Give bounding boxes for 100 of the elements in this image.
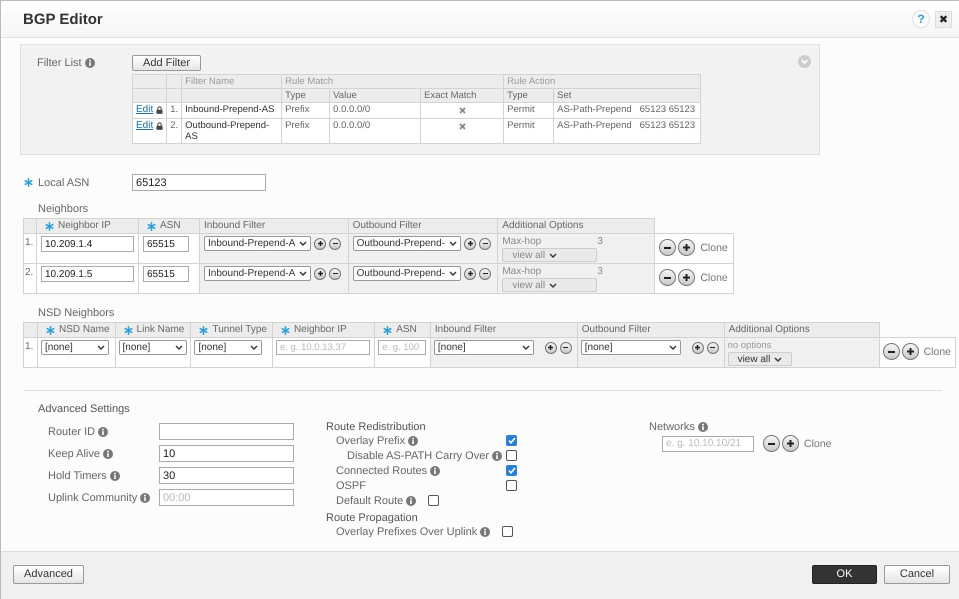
add-button[interactable] [464,238,476,250]
set-action: AS-Path-Prepend [557,104,632,115]
minus-icon [664,246,672,248]
dropdown[interactable]: [none] [118,340,187,355]
field-label: Networks [649,421,695,433]
clone-button[interactable]: Clone [700,272,728,284]
column-header: Neighbor IP [58,220,111,232]
chevron-icon [250,345,258,350]
table-cell: 2. [166,118,182,144]
checkbox[interactable] [506,465,517,476]
collapse-icon [798,55,811,68]
close-button[interactable]: ✖ [935,10,952,28]
checkbox[interactable] [506,450,517,461]
remove-button[interactable] [659,269,676,286]
table-cell: Permit [504,102,554,118]
text-field[interactable]: 10 [159,445,294,462]
add-button[interactable] [678,239,696,256]
remove-button[interactable] [882,343,900,360]
cancel-button[interactable]: Cancel [884,564,950,584]
remove-button[interactable] [763,435,780,452]
section-title: NSD Neighbors [38,307,114,320]
dropdown[interactable]: [none] [194,340,262,355]
add-button[interactable] [782,435,799,452]
plus-icon [468,271,472,276]
text-field[interactable]: e. g. 10.0.13.37 [276,340,370,355]
add-button[interactable] [692,342,704,354]
checkbox[interactable] [506,435,517,446]
text-field[interactable]: e. g. 100 [378,340,426,355]
field-label: Keep Alive [48,448,100,460]
add-button[interactable] [464,268,476,280]
add-button[interactable] [678,269,696,286]
checkbox[interactable] [506,480,517,491]
add-button[interactable] [314,238,326,250]
clone-button[interactable]: Clone [924,346,951,358]
add-button[interactable] [902,343,919,360]
text-field[interactable]: 10.209.1.5 [41,266,134,282]
table-cell: Prefix [282,118,330,144]
clone-button[interactable]: Clone [804,438,832,450]
dropdown[interactable]: Outbound-Prepend- [352,236,461,251]
dropdown[interactable]: [none] [41,340,109,355]
table-cell: Permit [504,118,554,144]
chevron-icon [299,271,308,276]
column-header: Outbound Filter [352,220,422,232]
advanced-button[interactable]: Advanced [13,564,84,584]
text-field[interactable]: e. g. 10.10.10/21 [662,436,754,452]
add-button[interactable] [544,342,557,354]
option-text: no options [728,340,772,352]
set-value: 65123 65123 [640,120,696,131]
text-field[interactable]: 10.209.1.4 [41,236,134,252]
dropdown[interactable]: [none] [434,340,534,355]
view-all-button[interactable]: view all [728,352,792,366]
option-label: OSPF [336,480,366,492]
dropdown[interactable]: Outbound-Prepend- [352,266,461,281]
plus-icon [906,348,914,355]
dropdown[interactable]: Inbound-Prepend-A [204,266,312,281]
clone-button[interactable]: Clone [700,242,728,254]
remove-button[interactable] [329,268,342,280]
minus-icon [563,346,568,348]
remove-button[interactable] [659,239,676,256]
plus-icon [548,345,554,350]
text-field[interactable] [159,423,294,440]
chevron-icon [97,345,105,350]
window-title: BGP Editor [23,10,103,28]
text-field[interactable]: 65123 [132,174,266,191]
field-label: Hold Timers [48,470,107,482]
minus-icon [482,272,488,274]
column-header: Neighbor IP [294,324,347,336]
add-button[interactable] [314,268,326,280]
add-filter-button[interactable]: Add Filter [132,55,202,71]
plus-icon [683,274,690,281]
checkbox[interactable] [428,495,440,506]
option-name: Max-hop [502,236,542,248]
option-label: Overlay Prefixes Over Uplink [336,526,478,538]
column-header: Filter Name [185,76,234,87]
remove-button[interactable] [560,342,572,354]
chevron-icon [774,356,782,362]
section-title: Route Propagation [326,512,418,524]
minus-icon [768,442,775,444]
edit-link[interactable]: Edit [136,104,154,115]
text-field[interactable]: 30 [159,467,294,484]
dropdown[interactable]: Inbound-Prepend-A [204,236,312,251]
column-header: Inbound Filter [434,324,496,336]
text-field[interactable]: 65515 [143,236,189,252]
dropdown[interactable]: [none] [580,340,681,355]
remove-button[interactable] [479,268,491,280]
column-header: Additional Options [502,220,584,232]
minus-icon [888,350,895,352]
remove-button[interactable] [706,342,719,354]
option-label: Overlay Prefix [336,434,406,446]
table-cell: 1. [24,338,38,368]
minus-icon [332,272,338,274]
remove-button[interactable] [329,238,342,250]
text-field[interactable]: 65515 [143,266,189,282]
checkbox[interactable] [502,526,514,537]
text-field[interactable]: 00:00 [159,489,294,506]
ok-button[interactable]: OK [812,564,877,584]
edit-link[interactable]: Edit [136,120,154,131]
column-header: NSD Name [59,324,110,336]
table-cell: 0.0.0.0/0 [330,118,421,144]
remove-button[interactable] [479,238,491,250]
